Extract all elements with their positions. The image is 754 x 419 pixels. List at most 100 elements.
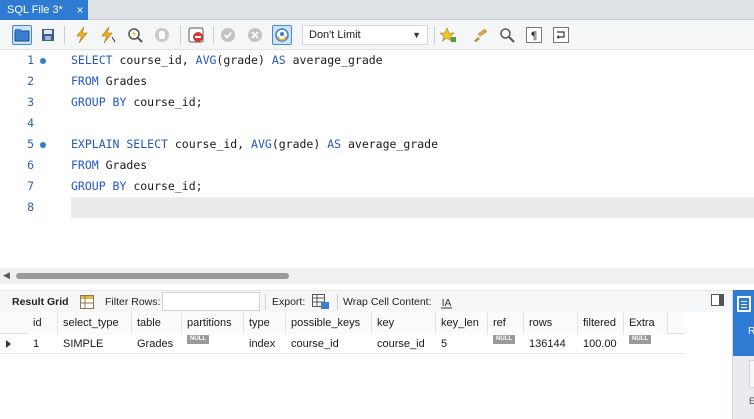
column-header[interactable]: key <box>372 313 436 334</box>
horizontal-scrollbar[interactable]: ◀ <box>0 268 754 284</box>
column-header[interactable]: partitions <box>182 313 244 334</box>
filter-rows-input[interactable] <box>162 292 260 311</box>
column-header[interactable]: id <box>28 313 58 334</box>
editor-line[interactable]: 5 EXPLAIN SELECT course_id, AVG(grade) AS… <box>0 134 754 155</box>
editor-line[interactable]: 2 FROM Grades <box>0 71 754 92</box>
sql-text: course_id, <box>112 53 196 67</box>
sql-keyword: GROUP BY <box>71 95 127 109</box>
close-icon[interactable]: × <box>74 0 86 20</box>
result-grid-panel-button[interactable]: R <box>733 290 754 356</box>
lightning-icon <box>76 27 88 43</box>
sql-text: (grade) <box>216 53 272 67</box>
line-number: 7 <box>27 179 34 193</box>
toggle-continue-on-error-button[interactable] <box>186 25 206 45</box>
search-icon <box>500 28 515 43</box>
table-cell[interactable]: NULL <box>182 335 244 353</box>
sql-keyword: AVG <box>195 53 217 67</box>
toggle-invisible-chars-button[interactable]: ¶ <box>524 25 544 45</box>
save-button[interactable] <box>38 25 58 45</box>
wrap-cell-icon[interactable]: IA <box>440 296 453 312</box>
editor-line[interactable]: 4 <box>0 113 754 134</box>
add-snippet-button[interactable] <box>438 25 458 45</box>
editor-line[interactable]: 1 SELECT course_id, AVG(grade) AS average… <box>0 50 754 71</box>
table-cell[interactable]: 136144 <box>524 335 578 353</box>
table-cell[interactable]: course_id <box>372 335 436 353</box>
stop-button[interactable] <box>152 25 172 45</box>
scroll-left-icon[interactable]: ◀ <box>3 270 10 281</box>
wrap-icon <box>553 27 569 43</box>
sql-text: Grades <box>98 158 148 172</box>
column-header[interactable]: filtered <box>578 313 624 334</box>
cancel-circle-icon <box>248 28 262 42</box>
limit-rows-select[interactable]: Don't Limit ▼ <box>302 25 428 45</box>
tab-sql-file-3[interactable]: SQL File 3* × <box>0 0 88 20</box>
table-cell[interactable]: Grades <box>132 335 182 353</box>
sql-text: course_id; <box>126 95 203 109</box>
open-sql-script-button[interactable] <box>12 25 32 45</box>
row-divider <box>0 353 684 354</box>
column-header[interactable]: select_type <box>58 313 132 334</box>
toggle-word-wrap-button[interactable] <box>551 25 571 45</box>
editor-line[interactable]: 8 <box>0 197 754 218</box>
null-badge: NULL <box>629 335 651 344</box>
autocommit-icon <box>275 28 289 42</box>
column-header[interactable]: rows <box>524 313 578 334</box>
table-cell[interactable]: NULL <box>624 335 668 353</box>
line-number: 2 <box>27 74 34 88</box>
editor-line[interactable]: 6 FROM Grades <box>0 155 754 176</box>
table-cell[interactable]: index <box>244 335 286 353</box>
form-editor-panel-button[interactable] <box>749 360 754 388</box>
toggle-side-panel-icon[interactable] <box>711 294 724 306</box>
tab-title: SQL File 3* <box>7 4 63 16</box>
toolbar-separator <box>265 294 266 310</box>
table-cell[interactable]: NULL <box>488 335 524 353</box>
statement-marker-icon[interactable] <box>40 58 46 64</box>
editor-line[interactable]: 3 GROUP BY course_id; <box>0 92 754 113</box>
sql-keyword: EXPLAIN SELECT <box>71 137 168 151</box>
toolbar-separator <box>434 26 435 44</box>
sql-editor[interactable]: 1 SELECT course_id, AVG(grade) AS average… <box>0 50 754 268</box>
column-header[interactable]: possible_keys <box>286 313 372 334</box>
commit-button[interactable] <box>218 25 238 45</box>
export-icon[interactable] <box>312 294 330 313</box>
column-header[interactable]: ref <box>488 313 524 334</box>
svg-text:¶: ¶ <box>531 30 538 43</box>
beautify-button[interactable] <box>470 25 490 45</box>
column-header[interactable]: key_len <box>436 313 488 334</box>
sql-keyword: FROM <box>71 158 99 172</box>
table-cell[interactable]: 5 <box>436 335 488 353</box>
result-grid-tab[interactable]: Result Grid <box>12 291 69 313</box>
form-editor-panel-label: E <box>749 396 754 406</box>
execute-button[interactable] <box>72 25 92 45</box>
magnifier-lightning-icon <box>128 28 143 43</box>
table-cell[interactable]: 1 <box>28 335 58 353</box>
sql-keyword: GROUP BY <box>71 179 127 193</box>
sql-text: course_id, <box>167 137 252 151</box>
code-text: FROM Grades <box>71 71 147 92</box>
paragraph-icon: ¶ <box>526 27 542 43</box>
line-number: 8 <box>27 200 34 214</box>
grid-icon[interactable] <box>80 295 94 312</box>
column-header[interactable]: table <box>132 313 182 334</box>
code-text: FROM Grades <box>71 155 147 176</box>
result-grid-panel-label: R <box>748 326 754 337</box>
column-header[interactable]: type <box>244 313 286 334</box>
sql-keyword: AVG <box>251 137 272 151</box>
table-cell[interactable]: 100.00 <box>578 335 624 353</box>
table-cell[interactable]: course_id <box>286 335 372 353</box>
line-number: 6 <box>27 158 34 172</box>
tab-strip: SQL File 3* × <box>0 0 754 20</box>
table-cell[interactable]: SIMPLE <box>58 335 132 353</box>
column-header[interactable]: Extra <box>624 313 668 334</box>
statement-marker-icon[interactable] <box>40 142 46 148</box>
execute-current-button[interactable] <box>98 25 118 45</box>
explain-button[interactable] <box>125 25 145 45</box>
editor-line[interactable]: 7 GROUP BY course_id; <box>0 176 754 197</box>
find-button[interactable] <box>497 25 517 45</box>
toolbar-separator <box>213 26 214 44</box>
rollback-button[interactable] <box>245 25 265 45</box>
chevron-down-icon: ▼ <box>412 30 421 40</box>
autocommit-toggle-button[interactable] <box>272 25 292 45</box>
scrollbar-thumb[interactable] <box>16 273 289 279</box>
line-number: 4 <box>27 116 34 130</box>
